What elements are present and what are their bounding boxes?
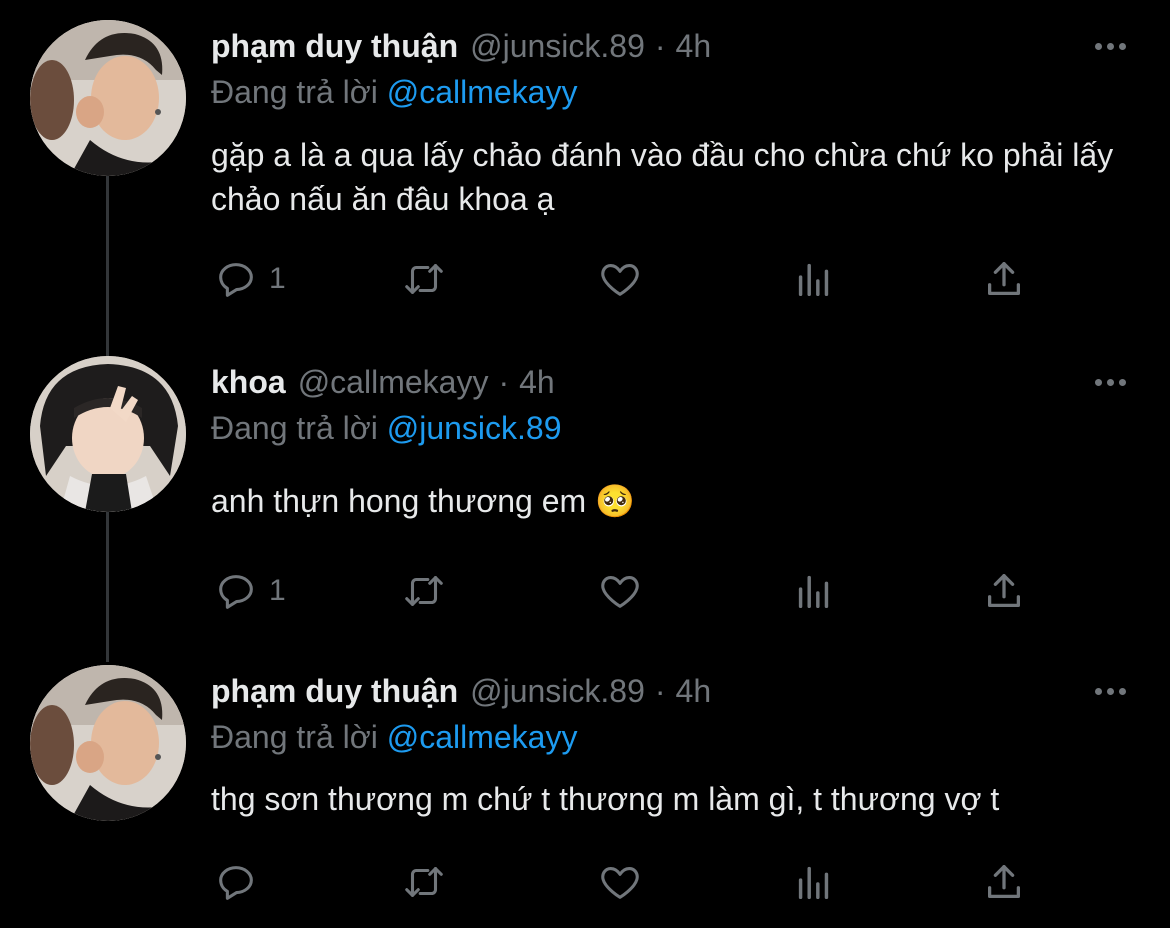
tweet-text: anh thựn hong thương em 🥺 [211, 483, 635, 519]
replying-to: Đang trả lời @callmekayy [211, 719, 577, 756]
avatar-photo-person-hat [30, 356, 186, 512]
mention-link[interactable]: @callmekayy [387, 719, 578, 755]
replying-prefix: Đang trả lời [211, 410, 378, 446]
avatar-photo-man [30, 665, 186, 821]
more-dots-icon[interactable] [1088, 26, 1132, 66]
avatar[interactable] [30, 665, 186, 821]
heart-icon [601, 867, 639, 899]
like-button[interactable] [597, 566, 643, 616]
mention-link[interactable]: @callmekayy [387, 74, 578, 110]
reply-button[interactable] [213, 857, 259, 907]
share-upload-icon [987, 865, 1021, 899]
tweet[interactable]: phạm duy thuận @junsick.89 · 4h Đang trả… [0, 665, 1170, 928]
more-dots-icon[interactable] [1088, 671, 1132, 711]
retweet-arrows-icon [405, 576, 443, 606]
avatar[interactable] [30, 356, 186, 512]
avatar[interactable] [30, 20, 186, 176]
bar-chart-icon [798, 575, 829, 609]
display-name[interactable]: khoa [211, 364, 286, 401]
bar-chart-icon [798, 263, 829, 297]
retweet-button[interactable] [401, 566, 447, 616]
avatar-photo-man [30, 20, 186, 176]
bar-chart-icon [798, 866, 829, 900]
replying-to: Đang trả lời @callmekayy [211, 74, 577, 111]
timestamp[interactable]: 4h [676, 673, 712, 710]
speech-bubble-icon [219, 866, 253, 900]
stats-button[interactable] [791, 857, 837, 907]
reply-button[interactable]: 1 [213, 254, 286, 304]
share-upload-icon [987, 262, 1021, 296]
stats-button[interactable] [791, 566, 837, 616]
tweet-header: khoa @callmekayy · 4h [211, 362, 555, 402]
tweet-actions: 1 [211, 254, 1041, 304]
share-button[interactable] [981, 566, 1027, 616]
user-handle[interactable]: @junsick.89 [470, 28, 645, 65]
conversation-thread: phạm duy thuận @junsick.89 · 4h Đang trả… [0, 0, 1170, 928]
speech-bubble-icon [219, 575, 253, 609]
tweet-header: phạm duy thuận @junsick.89 · 4h [211, 26, 711, 66]
speech-bubble-icon [219, 263, 253, 297]
stats-button[interactable] [791, 254, 837, 304]
replying-prefix: Đang trả lời [211, 74, 378, 110]
retweet-button[interactable] [401, 254, 447, 304]
replying-to: Đang trả lời @junsick.89 [211, 410, 562, 447]
share-button[interactable] [981, 857, 1027, 907]
more-dots-icon[interactable] [1088, 362, 1132, 402]
like-button[interactable] [597, 254, 643, 304]
reply-button[interactable]: 1 [213, 566, 286, 616]
display-name[interactable]: phạm duy thuận [211, 673, 458, 710]
user-handle[interactable]: @junsick.89 [470, 673, 645, 710]
share-button[interactable] [981, 254, 1027, 304]
retweet-arrows-icon [405, 264, 443, 294]
separator-dot: · [654, 672, 666, 709]
tweet[interactable]: phạm duy thuận @junsick.89 · 4h Đang trả… [0, 20, 1170, 326]
timestamp[interactable]: 4h [519, 364, 555, 401]
mention-link[interactable]: @junsick.89 [387, 410, 562, 446]
share-upload-icon [987, 574, 1021, 608]
retweet-arrows-icon [405, 867, 443, 897]
heart-icon [601, 576, 639, 608]
replying-prefix: Đang trả lời [211, 719, 378, 755]
separator-dot: · [654, 27, 666, 64]
tweet-actions: 1 [211, 566, 1041, 616]
separator-dot: · [498, 363, 510, 400]
display-name[interactable]: phạm duy thuận [211, 28, 458, 65]
tweet-header: phạm duy thuận @junsick.89 · 4h [211, 671, 711, 711]
timestamp[interactable]: 4h [676, 28, 712, 65]
user-handle[interactable]: @callmekayy [298, 364, 489, 401]
retweet-button[interactable] [401, 857, 447, 907]
tweet-text: gặp a là a qua lấy chảo đánh vào đầu cho… [211, 137, 1114, 217]
tweet-text: thg sơn thương m chứ t thương m làm gì, … [211, 781, 1000, 817]
like-button[interactable] [597, 857, 643, 907]
reply-count: 1 [269, 262, 286, 295]
tweet-actions [211, 857, 1041, 907]
reply-count: 1 [269, 574, 286, 607]
heart-icon [601, 264, 639, 296]
tweet[interactable]: khoa @callmekayy · 4h Đang trả lời @juns… [0, 356, 1170, 662]
